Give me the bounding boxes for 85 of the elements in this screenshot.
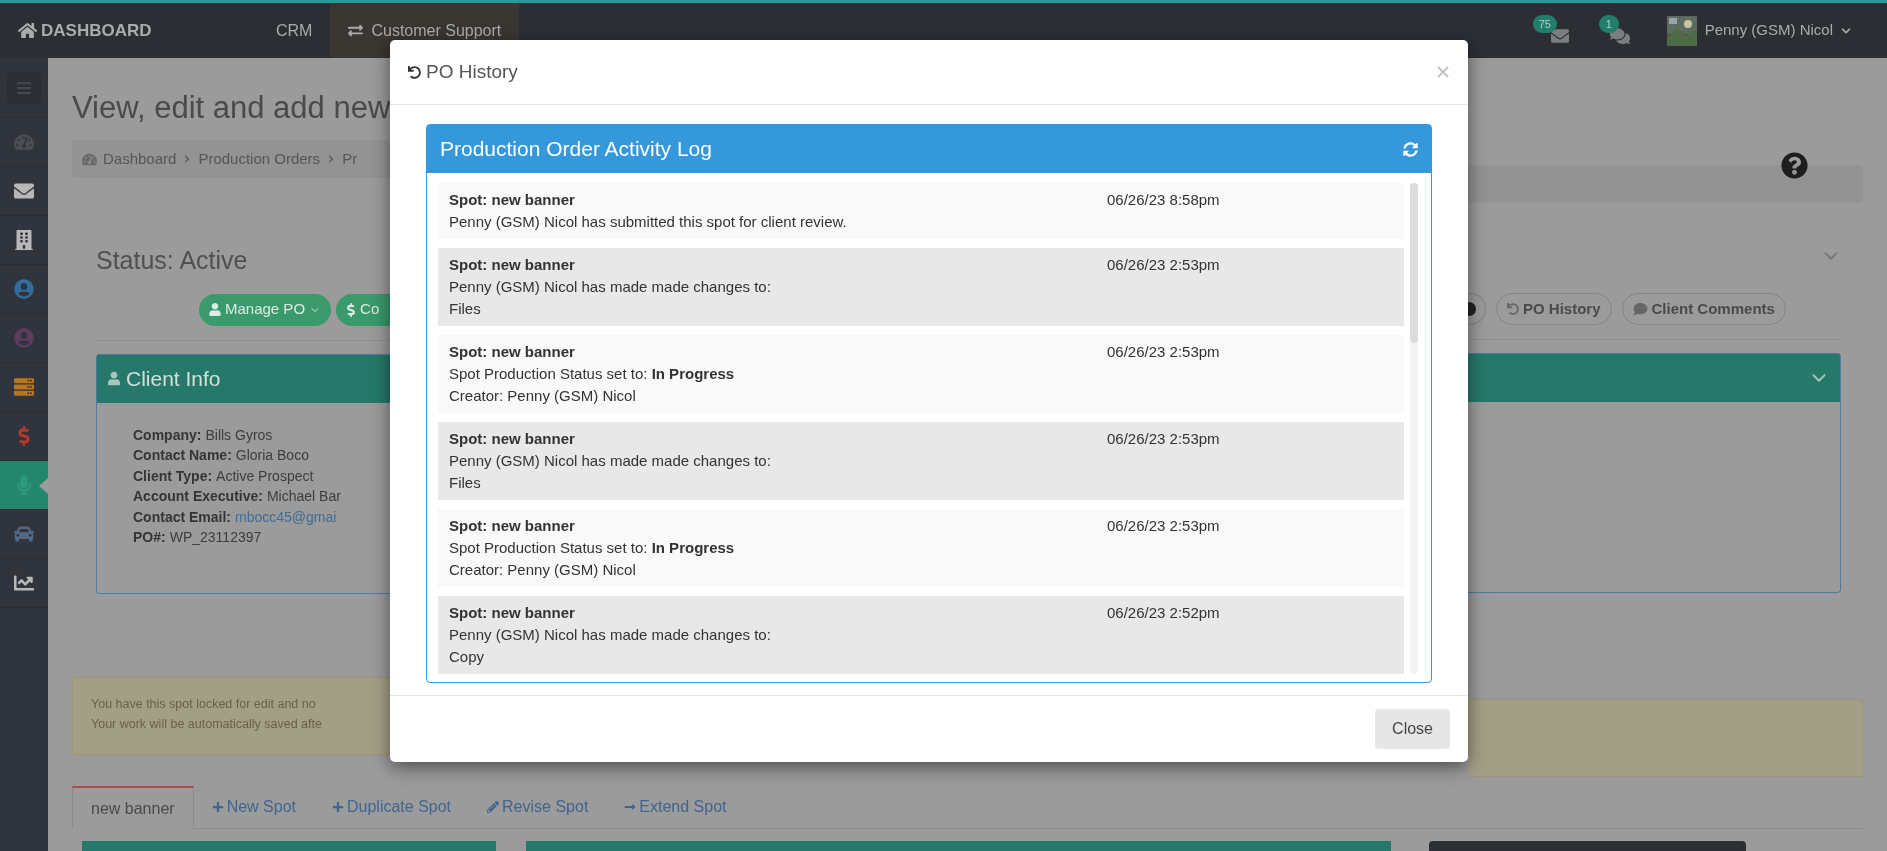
entry-text: Creator: Penny (GSM) Nicol [449, 560, 637, 580]
gauge-icon [82, 151, 97, 167]
help-icon[interactable] [1781, 152, 1808, 179]
notification-badge: 75 [1532, 14, 1557, 33]
undo-icon [408, 65, 421, 79]
chart-icon [14, 573, 34, 593]
car-icon [14, 524, 34, 544]
pencil-icon [487, 800, 500, 813]
field-value: Bills Gyros [205, 425, 273, 445]
entry-text: Spot Production Status set to: In Progress [449, 538, 736, 558]
entry-time: 06/26/23 8:58pm [1107, 190, 1220, 210]
entry-text: Penny (GSM) Nicol has submitted this spot for client review. [449, 212, 848, 232]
plus-icon [332, 800, 344, 813]
entry-title: Spot: new banner [449, 603, 576, 623]
dollar-icon [346, 302, 357, 317]
pointer-notch [39, 478, 48, 494]
action-button[interactable]: Manage PO [199, 293, 332, 326]
brand-link[interactable]: DASHBOARD [41, 17, 152, 44]
entry-title: Spot: new banner [449, 190, 576, 210]
status-heading: Status: Active [96, 245, 249, 276]
refresh-icon[interactable] [1403, 141, 1418, 157]
building-icon [14, 230, 34, 250]
modal-title: PO History [426, 59, 518, 84]
close-button[interactable]: Close [1375, 709, 1450, 749]
nav-link[interactable]: CRM [276, 3, 331, 58]
undo-icon [1507, 303, 1519, 315]
breadcrumb-link[interactable]: Dashboard [103, 147, 177, 171]
entry-text: Penny (GSM) Nicol has made made changes to: [449, 277, 772, 297]
user-icon [209, 303, 221, 316]
field-value: Active Prospect [216, 466, 314, 486]
entry-time: 06/26/23 2:53pm [1107, 255, 1220, 275]
entry-time: 06/26/23 2:52pm [1107, 603, 1220, 623]
caret-icon[interactable] [1841, 25, 1851, 36]
field-value: Michael Bar [266, 487, 341, 506]
panel-title: Production Order Activity Log [440, 136, 712, 163]
breadcrumb-link[interactable]: Production Orders [198, 147, 321, 171]
exchange-icon [348, 23, 364, 38]
field-value: WP_23112397 [169, 528, 262, 547]
envelope-icon [14, 181, 34, 201]
field-label: Account Executive: [133, 487, 263, 506]
spot-tab[interactable]: new banner [72, 786, 194, 829]
spot-tab[interactable]: Revise Spot [469, 785, 607, 828]
entry-text: Spot Production Status set to: In Progress [449, 364, 736, 384]
entry-text: Files [449, 473, 482, 493]
sidebar-item[interactable] [0, 461, 48, 510]
plus-icon [211, 800, 224, 813]
field-label: Company: [133, 425, 202, 445]
entry-text: Files [449, 299, 482, 319]
scrollbar-thumb[interactable] [1410, 183, 1418, 343]
entry-text: Penny (GSM) Nicol has made made changes to: [449, 625, 772, 645]
spot-tab[interactable]: Duplicate Spot [314, 785, 470, 828]
gauge-icon [14, 132, 34, 152]
user-name[interactable]: Penny (GSM) Nicol [1704, 19, 1833, 42]
menu-icon [15, 79, 33, 96]
spot-tab[interactable]: New Spot [193, 785, 314, 828]
home-icon [18, 21, 37, 40]
page-title: View, edit and add new [72, 89, 390, 127]
user-icon [108, 371, 120, 386]
breadcrumb-link[interactable]: Pr [342, 147, 358, 171]
email-link[interactable]: mbocc45@gmai [235, 506, 337, 527]
entry-text: Copy [449, 647, 486, 667]
entry-title: Spot: new banner [449, 342, 576, 362]
field-value: Gloria Boco [235, 446, 309, 465]
server-icon [14, 377, 34, 397]
alert-text: You have this spot locked for edit and no [91, 695, 317, 713]
comment-icon [1632, 302, 1648, 316]
envelope-icon[interactable] [1548, 26, 1571, 45]
entry-text: Creator: Penny (GSM) Nicol [449, 386, 637, 406]
entry-time: 06/26/23 2:53pm [1107, 342, 1220, 362]
field-label: Contact Name: [133, 446, 232, 465]
entry-time: 06/26/23 2:53pm [1107, 516, 1220, 536]
entry-text: Penny (GSM) Nicol has made made changes to: [449, 451, 772, 471]
alert-text: Your work will be automatically saved afte [91, 715, 323, 733]
action-button[interactable]: Co [336, 293, 390, 326]
entry-title: Spot: new banner [449, 429, 576, 449]
entry-title: Spot: new banner [449, 255, 576, 275]
field-label: Client Type: [133, 466, 213, 486]
entry-time: 06/26/23 2:53pm [1107, 429, 1220, 449]
spot-tab[interactable]: Extend Spot [606, 785, 745, 828]
close-icon[interactable] [1436, 65, 1450, 79]
field-label: PO#: [133, 528, 166, 547]
field-label: Contact Email: [133, 507, 231, 527]
panel-title: Client Info [126, 365, 221, 392]
notification-badge: 1 [1598, 14, 1619, 33]
entry-title: Spot: new banner [449, 516, 576, 536]
